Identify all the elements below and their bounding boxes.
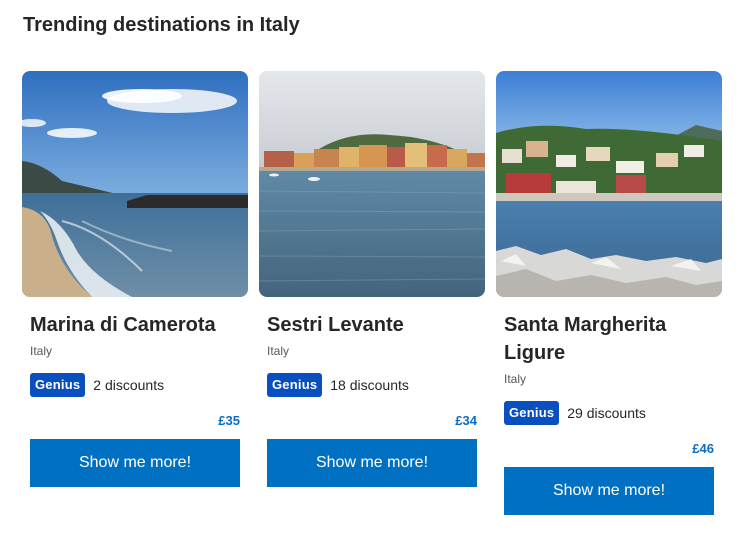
genius-badge: Genius [30,373,86,397]
price: £46 [692,441,714,456]
destination-photo[interactable] [22,71,248,297]
section-title: Trending destinations in Italy [23,14,300,36]
trending-destinations-widget: Trending destinations in Italy Marina di… [0,0,745,552]
discounts-count: 2 discounts [93,377,165,393]
show-more-button[interactable]: Show me more! [504,467,714,515]
destination-name[interactable]: Sestri Levante [267,311,477,339]
destination-photo[interactable] [496,71,722,297]
destination-card: Marina di Camerota Italy Genius 2 discou… [22,71,248,515]
card-body: Santa Margherita Ligure Italy Genius 29 … [496,297,722,515]
show-more-button[interactable]: Show me more! [30,439,240,487]
genius-row: Genius 29 discounts [504,401,714,425]
destination-name[interactable]: Santa Margherita Ligure [504,311,714,367]
destination-card: Santa Margherita Ligure Italy Genius 29 … [496,71,722,515]
destination-country: Italy [30,344,53,358]
destination-card: Sestri Levante Italy Genius 18 discounts… [259,71,485,515]
genius-row: Genius 2 discounts [30,373,240,397]
show-more-button[interactable]: Show me more! [267,439,477,487]
genius-row: Genius 18 discounts [267,373,477,397]
price: £35 [218,413,240,428]
card-body: Marina di Camerota Italy Genius 2 discou… [22,297,248,487]
genius-badge: Genius [504,401,560,425]
genius-badge: Genius [267,373,323,397]
destination-country: Italy [267,344,290,358]
destination-name[interactable]: Marina di Camerota [30,311,240,339]
destination-cards: Marina di Camerota Italy Genius 2 discou… [22,71,722,515]
discounts-count: 18 discounts [330,377,409,393]
destination-country: Italy [504,372,527,386]
discounts-count: 29 discounts [567,405,646,421]
card-body: Sestri Levante Italy Genius 18 discounts… [259,297,485,487]
price: £34 [455,413,477,428]
destination-photo[interactable] [259,71,485,297]
